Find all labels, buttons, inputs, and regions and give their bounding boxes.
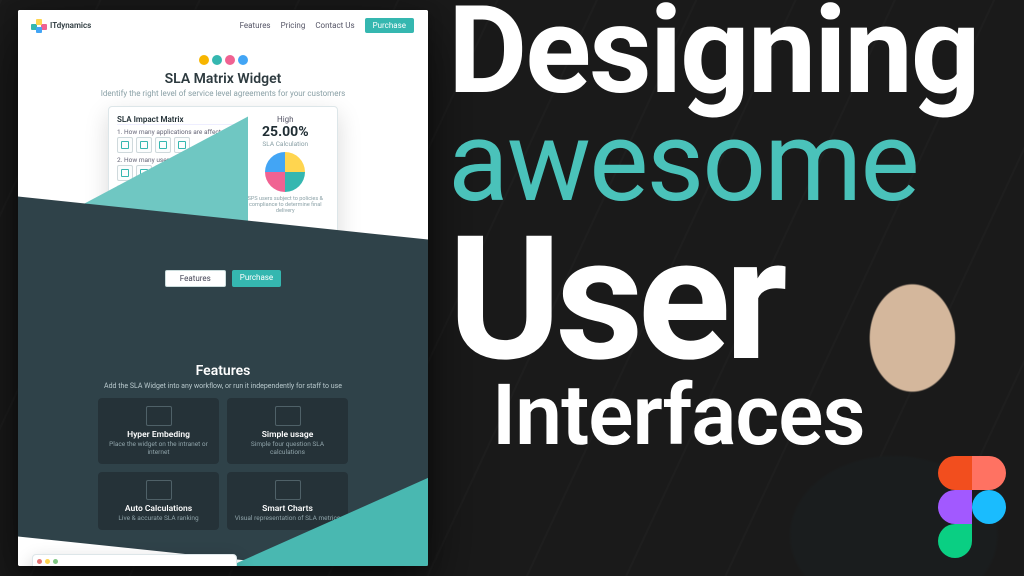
hero-features-button[interactable]: Features [165, 270, 226, 287]
feature-desc: Place the widget on the intranet or inte… [104, 440, 213, 456]
feature-desc: Live & accurate SLA ranking [104, 514, 213, 522]
logo-text: ITdynamics [50, 21, 91, 30]
presenter-photo [714, 236, 1024, 576]
widget-percent-caption: SLA Calculation [242, 140, 329, 148]
chart-icon [275, 480, 301, 500]
whiteboard-icon [146, 406, 172, 426]
logo-mark-icon [32, 19, 46, 33]
cloud-icon [275, 406, 301, 426]
feature-title: Simple usage [233, 430, 342, 440]
widget-level-label: High [242, 115, 329, 124]
pie-chart-icon [265, 152, 305, 192]
thumbnail-title: Designing awesome User Interfaces [448, 0, 1024, 576]
features-heading: Features [18, 363, 428, 379]
hero-dots-icon [38, 55, 408, 65]
figma-logo-icon [938, 456, 1006, 558]
title-line-2: awesome [448, 109, 1014, 217]
site-logo[interactable]: ITdynamics [32, 19, 91, 33]
widget-percent-value: 25.00% [242, 124, 329, 140]
title-line-3: User [448, 217, 1014, 382]
feature-title: Auto Calculations [104, 504, 213, 514]
hero-subtitle: Identify the right level of service leve… [38, 89, 408, 98]
widget-left-title: SLA Impact Matrix [117, 115, 234, 125]
widget-fineprint: SPS users subject to policies & complian… [242, 196, 329, 214]
nav-link-features[interactable]: Features [240, 21, 271, 30]
website-mock: ITdynamics Features Pricing Contact Us P… [18, 10, 428, 566]
feature-card-embedding: Hyper Embeding Place the widget on the i… [98, 398, 219, 464]
nav-link-pricing[interactable]: Pricing [281, 21, 306, 30]
calculator-icon [146, 480, 172, 500]
hero-purchase-button[interactable]: Purchase [232, 270, 281, 287]
nav-purchase-button[interactable]: Purchase [365, 18, 414, 33]
title-line-1: Designing [448, 0, 1014, 109]
features-section: Features Add the SLA Widget into any wor… [18, 303, 428, 566]
features-subheading: Add the SLA Widget into any workflow, or… [18, 382, 428, 390]
hero-title: SLA Matrix Widget [38, 71, 408, 87]
feature-desc: Simple four question SLA calculations [233, 440, 342, 456]
feature-card-simple: Simple usage Simple four question SLA ca… [227, 398, 348, 464]
implementation-section: import React from 'react' import { SLAMa… [18, 538, 428, 566]
site-nav: ITdynamics Features Pricing Contact Us P… [18, 10, 428, 41]
window-controls-icon [37, 559, 232, 564]
feature-desc: Visual representation of SLA metrics [233, 514, 342, 522]
feature-title: Hyper Embeding [104, 430, 213, 440]
nav-link-contact[interactable]: Contact Us [315, 21, 354, 30]
feature-card-auto: Auto Calculations Live & accurate SLA ra… [98, 472, 219, 530]
code-editor-mock: import React from 'react' import { SLAMa… [32, 554, 237, 566]
feature-title: Smart Charts [233, 504, 342, 514]
title-line-4: Interfaces [492, 376, 1014, 457]
